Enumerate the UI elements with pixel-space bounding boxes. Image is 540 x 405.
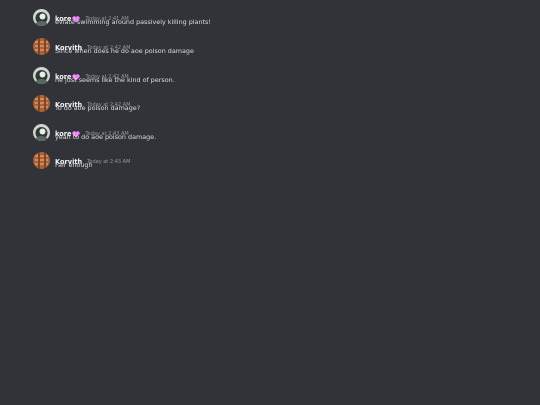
chat-message: kore Today at 2:42 AM he just seems like … bbox=[33, 67, 513, 91]
chat-message-list: kore Today at 2:41 AM eviate swimming aro… bbox=[0, 0, 540, 405]
message-content: To do aoe poison damage? bbox=[55, 104, 141, 112]
message-header: Korvith Today at 2:43 AM bbox=[55, 152, 130, 166]
message-header: kore Today at 2:42 AM bbox=[55, 67, 129, 81]
message-header: Korvith Today at 2:42 AM bbox=[55, 95, 130, 109]
avatar[interactable] bbox=[33, 9, 50, 26]
message-content: yeah to do aoe poison damage. bbox=[55, 133, 157, 141]
chat-message: Korvith Today at 2:43 AM Fair enough bbox=[33, 152, 513, 176]
avatar[interactable] bbox=[33, 124, 50, 141]
chat-message: Korvith Today at 2:42 AM To do aoe poison… bbox=[33, 95, 513, 119]
message-content: Since when does he do aoe poison damage bbox=[55, 47, 194, 55]
chat-message: kore Today at 2:43 AM yeah to do aoe pois… bbox=[33, 124, 513, 148]
avatar[interactable] bbox=[33, 67, 50, 84]
message-content: Fair enough bbox=[55, 161, 93, 169]
avatar[interactable] bbox=[33, 95, 50, 112]
message-content: he just seems like the kind of person. bbox=[55, 76, 175, 84]
message-content: eviate swimming around passively killing… bbox=[55, 18, 211, 26]
message-timestamp[interactable]: Today at 2:43 AM bbox=[87, 159, 130, 165]
message-header: kore Today at 2:43 AM bbox=[55, 124, 129, 138]
chat-message: kore Today at 2:41 AM eviate swimming aro… bbox=[33, 9, 513, 33]
message-header: Korvith Today at 2:42 AM bbox=[55, 38, 130, 52]
avatar[interactable] bbox=[33, 38, 50, 55]
message-header: kore Today at 2:41 AM bbox=[55, 9, 129, 23]
avatar[interactable] bbox=[33, 152, 50, 169]
chat-message: Korvith Today at 2:42 AM Since when does … bbox=[33, 38, 513, 62]
